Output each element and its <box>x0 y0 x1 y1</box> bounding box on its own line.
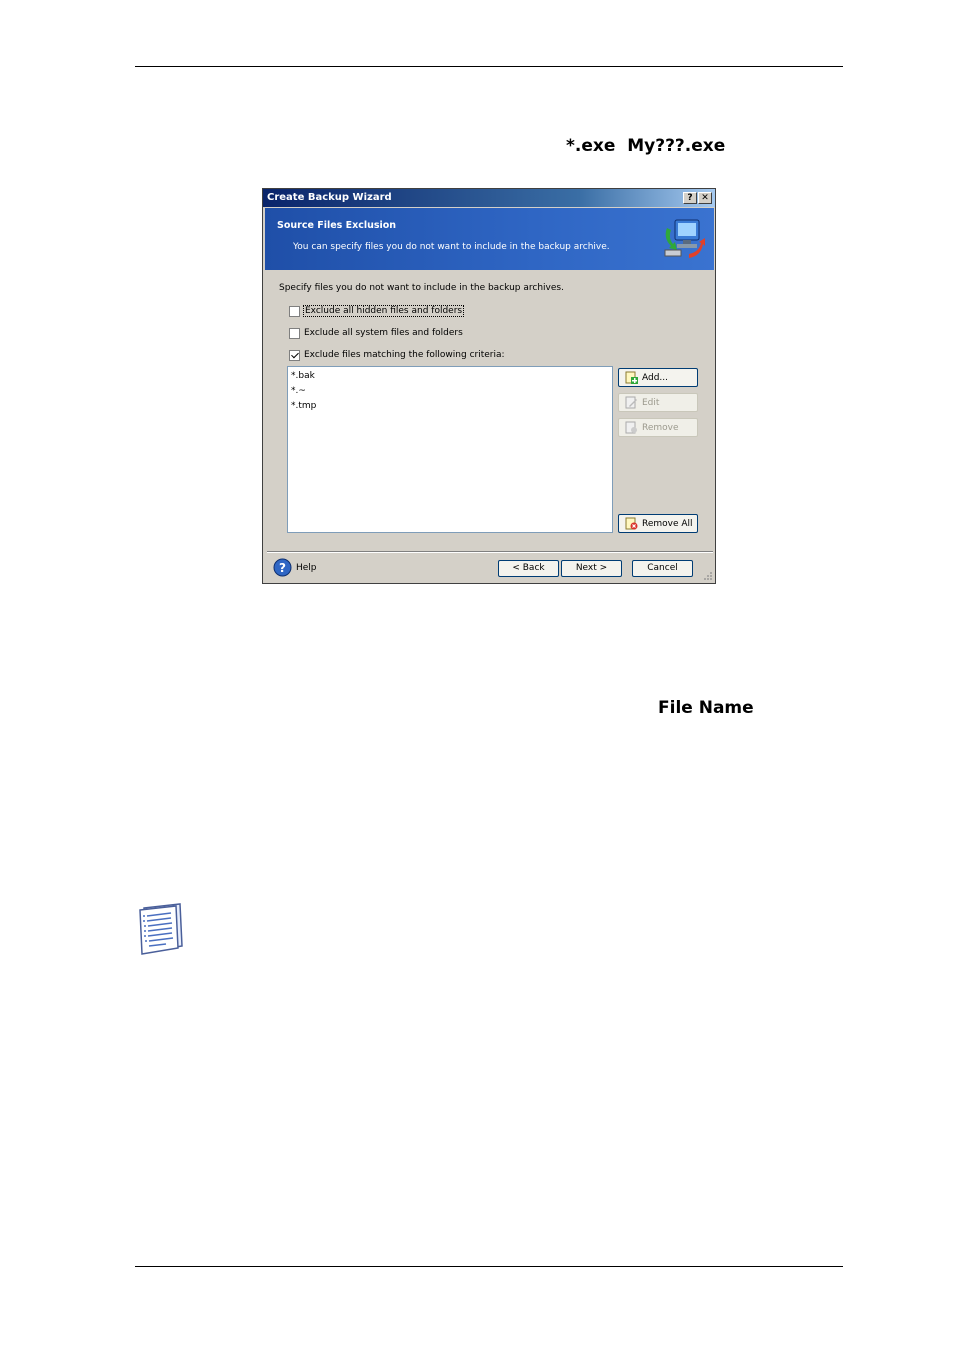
dialog-titlebar: Create Backup Wizard ? ✕ <box>263 189 715 207</box>
exclude-hidden-row[interactable]: Exclude all hidden files and folders <box>289 304 465 318</box>
intro-text: Specify files you do not want to include… <box>279 283 564 293</box>
remove-button-label: Remove <box>642 422 679 433</box>
dialog-separator <box>267 551 713 553</box>
list-item[interactable]: *.bak <box>291 369 609 384</box>
exclude-system-row[interactable]: Exclude all system files and folders <box>289 326 463 340</box>
file-name-text: File Name <box>658 698 754 718</box>
add-button-label: Add... <box>642 372 669 383</box>
remove-all-button-label: Remove All <box>642 518 693 529</box>
backup-computer-icon <box>664 219 705 258</box>
next-button[interactable]: Next > <box>561 560 622 577</box>
dialog-title: Create Backup Wizard <box>267 192 392 203</box>
banner-title: Source Files Exclusion <box>277 220 397 231</box>
criteria-listbox[interactable]: *.bak *.~ *.tmp <box>287 366 613 533</box>
exclude-hidden-checkbox[interactable] <box>289 305 300 317</box>
svg-text:?: ? <box>279 561 286 575</box>
remove-all-button[interactable]: Remove All <box>618 514 698 533</box>
resize-grip-icon[interactable] <box>703 571 713 581</box>
exclude-system-label[interactable]: Exclude all system files and folders <box>304 328 463 338</box>
back-button[interactable]: < Back <box>498 560 559 577</box>
remove-icon <box>625 421 637 434</box>
edit-icon <box>625 396 637 409</box>
wildcard-example-text: *.exe My???.exe <box>566 136 726 156</box>
exclude-criteria-label[interactable]: Exclude files matching the following cri… <box>304 350 505 360</box>
edit-button[interactable]: Edit <box>618 393 698 412</box>
help-link[interactable]: ? Help <box>273 558 317 577</box>
note-icon <box>139 903 183 955</box>
list-item[interactable]: *.tmp <box>291 399 609 414</box>
edit-button-label: Edit <box>642 397 660 408</box>
titlebar-close-button[interactable]: ✕ <box>698 192 712 204</box>
wizard-banner: Source Files Exclusion You can specify f… <box>265 208 714 270</box>
exclude-system-checkbox[interactable] <box>289 327 300 339</box>
exclude-hidden-label[interactable]: Exclude all hidden files and folders <box>302 305 465 317</box>
header-rule <box>135 66 843 67</box>
cancel-button[interactable]: Cancel <box>632 560 693 577</box>
remove-all-icon <box>625 517 638 530</box>
exclude-criteria-row[interactable]: Exclude files matching the following cri… <box>289 348 505 362</box>
help-label: Help <box>296 562 317 573</box>
help-icon: ? <box>273 558 292 577</box>
exclude-criteria-checkbox[interactable] <box>289 349 300 361</box>
add-file-icon <box>625 371 638 384</box>
banner-subtitle: You can specify files you do not want to… <box>293 242 610 252</box>
remove-button[interactable]: Remove <box>618 418 698 437</box>
list-item[interactable]: *.~ <box>291 384 609 399</box>
add-button[interactable]: Add... <box>618 368 698 387</box>
create-backup-wizard-dialog: Create Backup Wizard ? ✕ Source Files Ex… <box>262 188 716 584</box>
footer-rule <box>135 1266 843 1267</box>
titlebar-help-button[interactable]: ? <box>683 192 697 204</box>
